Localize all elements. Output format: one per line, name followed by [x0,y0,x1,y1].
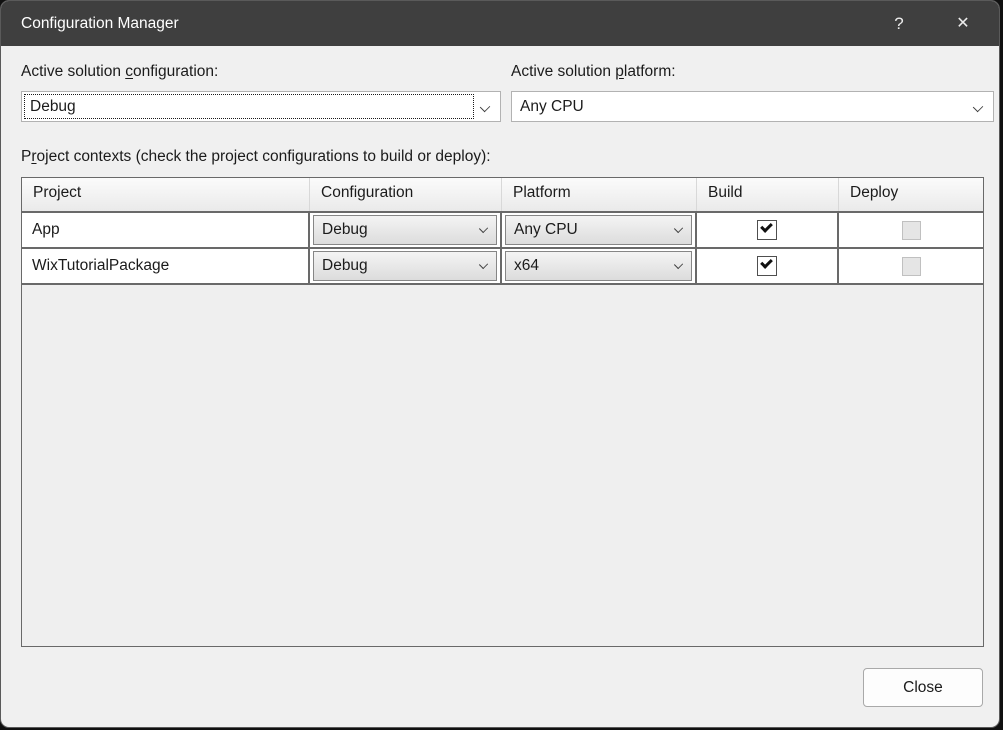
dropdown-value: Any CPU [514,221,578,239]
chevron-down-icon [973,102,983,112]
chevron-down-icon [480,102,490,112]
label-text: onfiguration: [133,63,218,80]
build-cell [697,213,839,247]
deploy-checkbox [902,221,921,240]
project-name-cell: WixTutorialPackage [22,249,310,283]
project-contexts-grid: Project Configuration Platform Build Dep… [21,177,984,647]
help-icon[interactable]: ? [877,1,921,46]
label-mnemonic: p [615,63,624,80]
titlebar: Configuration Manager ? ✕ [1,1,999,46]
row-platform-dropdown[interactable]: Any CPU [505,215,692,245]
platform-cell: x64 [502,249,697,283]
chevron-down-icon [479,260,488,269]
column-header-platform: Platform [502,178,697,211]
build-checkbox[interactable] [757,220,777,240]
check-icon [760,220,773,233]
configuration-cell: Debug [310,249,502,283]
dropdown-value: x64 [514,257,539,275]
project-name-cell: App [22,213,310,247]
label-text: oject contexts (check the project config… [37,148,491,165]
table-row: WixTutorialPackage Debug x64 [22,249,983,285]
column-header-project: Project [22,178,310,211]
row-configuration-dropdown[interactable]: Debug [313,251,497,281]
dropdown-value: Debug [322,221,368,239]
focus-rectangle [24,94,474,119]
column-header-build: Build [697,178,839,211]
window-title: Configuration Manager [21,1,179,46]
row-configuration-dropdown[interactable]: Debug [313,215,497,245]
platform-cell: Any CPU [502,213,697,247]
deploy-checkbox [902,257,921,276]
project-contexts-label: Project contexts (check the project conf… [21,148,491,166]
deploy-cell [839,213,983,247]
active-platform-label: Active solution platform: [511,63,676,81]
close-icon[interactable]: ✕ [941,1,985,46]
screen-background: Configuration Manager ? ✕ Active solutio… [0,0,1003,730]
project-name: WixTutorialPackage [32,257,169,275]
label-text: Active solution [511,63,615,80]
label-text: Active solution [21,63,125,80]
project-name: App [32,221,60,239]
chevron-down-icon [674,260,683,269]
table-row: App Debug Any CPU [22,211,983,249]
active-platform-combobox[interactable]: Any CPU [511,91,994,122]
dropdown-value: Debug [322,257,368,275]
column-header-deploy: Deploy [839,178,983,211]
label-text: P [21,148,31,165]
build-checkbox[interactable] [757,256,777,276]
label-text: latform: [624,63,676,80]
active-configuration-combobox[interactable]: Debug [21,91,501,122]
grid-header-row: Project Configuration Platform Build Dep… [22,178,983,211]
selected-configuration: Debug [30,92,76,121]
build-cell [697,249,839,283]
row-platform-dropdown[interactable]: x64 [505,251,692,281]
configuration-cell: Debug [310,213,502,247]
active-configuration-label: Active solution configuration: [21,63,218,81]
selected-platform: Any CPU [520,92,584,121]
column-header-configuration: Configuration [310,178,502,211]
configuration-manager-dialog: Configuration Manager ? ✕ Active solutio… [0,0,1000,728]
check-icon [760,256,773,269]
chevron-down-icon [479,224,488,233]
label-mnemonic: c [125,63,133,80]
deploy-cell [839,249,983,283]
chevron-down-icon [674,224,683,233]
close-button[interactable]: Close [863,668,983,707]
